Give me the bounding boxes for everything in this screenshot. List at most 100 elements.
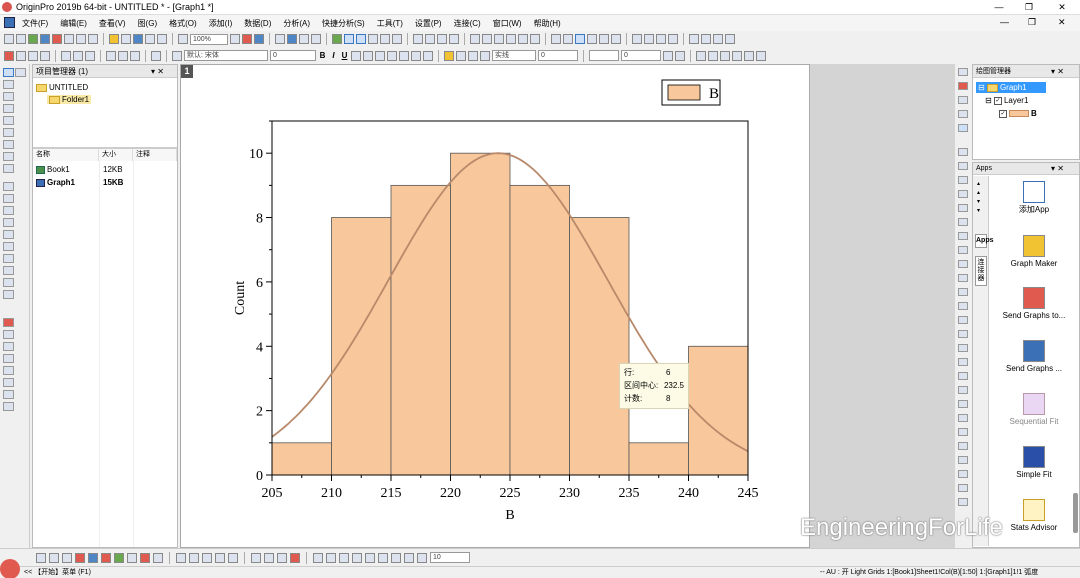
- recalculate-icon[interactable]: [178, 34, 188, 44]
- layer-checkbox[interactable]: ✓: [993, 96, 1002, 105]
- text-tool-icon[interactable]: [3, 182, 14, 191]
- new-matrix-icon[interactable]: [52, 34, 62, 44]
- tab-connectors[interactable]: 连接器: [975, 256, 987, 286]
- arrange-icon[interactable]: [713, 34, 723, 44]
- layer-icon[interactable]: [958, 68, 968, 76]
- object-3-icon[interactable]: [339, 552, 349, 563]
- tool-t-icon[interactable]: [958, 414, 968, 422]
- minus-icon[interactable]: [611, 34, 621, 44]
- new-project-icon[interactable]: [4, 34, 14, 44]
- histogram-bar[interactable]: [688, 345, 749, 476]
- zoom-combo[interactable]: 100%: [190, 33, 228, 45]
- first-icon[interactable]: [632, 34, 642, 44]
- tool-o-icon[interactable]: [958, 344, 968, 352]
- unmask-icon[interactable]: [73, 50, 83, 61]
- line-color-icon[interactable]: [468, 50, 478, 61]
- polar-icon[interactable]: [127, 552, 137, 563]
- underline-button[interactable]: U: [340, 51, 349, 60]
- arrange-1-icon[interactable]: [251, 552, 261, 563]
- merge-graph-icon[interactable]: [958, 110, 968, 118]
- notes-tool-icon[interactable]: [3, 366, 14, 375]
- layer-manage-icon[interactable]: [958, 124, 968, 132]
- new-graph-icon[interactable]: [40, 34, 50, 44]
- line-width-combo[interactable]: 0: [538, 50, 578, 61]
- mask-icon[interactable]: [61, 50, 71, 61]
- font-size-combo[interactable]: 0: [270, 50, 316, 61]
- stat-graph-icon[interactable]: [101, 552, 111, 563]
- merge-icon[interactable]: [689, 34, 699, 44]
- tool-f-icon[interactable]: [958, 218, 968, 226]
- tool-s-icon[interactable]: [958, 400, 968, 408]
- tree-node-layer[interactable]: ⊟ ✓ Layer1: [985, 96, 1028, 105]
- align-icon[interactable]: [725, 34, 735, 44]
- plot-3d-icon[interactable]: [88, 552, 98, 563]
- mdi-restore-button[interactable]: ❐: [1028, 17, 1036, 28]
- symbol-icon[interactable]: [663, 50, 673, 61]
- list-item[interactable]: Book1 12KB: [33, 164, 177, 176]
- cell-format-icon[interactable]: [40, 50, 50, 61]
- new-column-icon[interactable]: [437, 34, 447, 44]
- paste-icon[interactable]: [130, 50, 140, 61]
- column-header-note[interactable]: 注释: [133, 149, 177, 161]
- font-icon[interactable]: [172, 50, 182, 61]
- column-format-icon[interactable]: [16, 50, 26, 61]
- size-combo[interactable]: 10: [430, 552, 470, 563]
- pattern-icon[interactable]: [456, 50, 466, 61]
- histogram-bar[interactable]: [450, 152, 511, 476]
- bar-plot-icon[interactable]: [494, 34, 504, 44]
- insert-graph-icon[interactable]: [3, 266, 14, 275]
- hand-tool-icon[interactable]: [3, 242, 14, 251]
- back-icon[interactable]: [744, 50, 754, 61]
- tool-c-icon[interactable]: [958, 176, 968, 184]
- project-folder-node[interactable]: Folder1: [47, 95, 92, 104]
- subscript-icon[interactable]: [363, 50, 373, 61]
- save-template-icon[interactable]: [145, 34, 155, 44]
- menu-item[interactable]: 文件(F): [22, 18, 48, 29]
- tool-x-icon[interactable]: [958, 470, 968, 478]
- layer-tool-icon[interactable]: [3, 342, 14, 351]
- distribute-icon[interactable]: [696, 50, 706, 61]
- front-icon[interactable]: [732, 50, 742, 61]
- menu-item[interactable]: 编辑(E): [60, 18, 87, 29]
- new-workbook-icon[interactable]: [28, 34, 38, 44]
- new-function-icon[interactable]: [64, 34, 74, 44]
- column-header-size[interactable]: 大小: [99, 149, 133, 161]
- tool-k-icon[interactable]: [958, 288, 968, 296]
- symbol-size-combo[interactable]: 0: [621, 50, 661, 61]
- tree-node-plot[interactable]: ✓ B: [999, 109, 1037, 118]
- pointer-tool-icon[interactable]: [3, 68, 14, 77]
- pattern-combo[interactable]: [589, 50, 619, 61]
- y-axis-icon[interactable]: [575, 34, 585, 44]
- list-item[interactable]: Graph1 15KB: [33, 177, 177, 189]
- last-icon[interactable]: [668, 34, 678, 44]
- plot-checkbox[interactable]: ✓: [999, 109, 1007, 118]
- tool-q-icon[interactable]: [958, 372, 968, 380]
- project-root-node[interactable]: UNTITLED: [36, 83, 88, 92]
- duplicate-icon[interactable]: [425, 34, 435, 44]
- contour-icon[interactable]: [140, 552, 150, 563]
- menu-item[interactable]: 帮助(H): [534, 18, 561, 29]
- apps-scrollbar[interactable]: [1073, 493, 1078, 533]
- column-graph-icon[interactable]: [75, 552, 85, 563]
- scale-out-icon[interactable]: [356, 34, 366, 44]
- app-simple-fit[interactable]: Simple Fit: [990, 446, 1078, 480]
- import-icon[interactable]: [157, 34, 167, 44]
- object-8-icon[interactable]: [404, 552, 414, 563]
- grid-icon[interactable]: [675, 50, 685, 61]
- graph-tool-3-icon[interactable]: [202, 552, 212, 563]
- bold-button[interactable]: B: [318, 51, 327, 60]
- decrease-font-icon[interactable]: [399, 50, 409, 61]
- object-4-icon[interactable]: [352, 552, 362, 563]
- tab-apps[interactable]: Apps: [975, 234, 994, 248]
- column-header-name[interactable]: 名称: [33, 149, 99, 161]
- arrange-3-icon[interactable]: [277, 552, 287, 563]
- menu-item[interactable]: 窗口(W): [493, 18, 522, 29]
- tool-y-icon[interactable]: [958, 484, 968, 492]
- tool-e-icon[interactable]: [958, 204, 968, 212]
- tool-d-icon[interactable]: [958, 190, 968, 198]
- line-style-combo[interactable]: 实线: [492, 50, 536, 61]
- menu-item[interactable]: 添加(I): [209, 18, 233, 29]
- app-graph-maker[interactable]: Graph Maker: [990, 235, 1078, 269]
- greek-icon[interactable]: [375, 50, 385, 61]
- tree-node-graph[interactable]: ⊟ Graph1: [976, 82, 1046, 93]
